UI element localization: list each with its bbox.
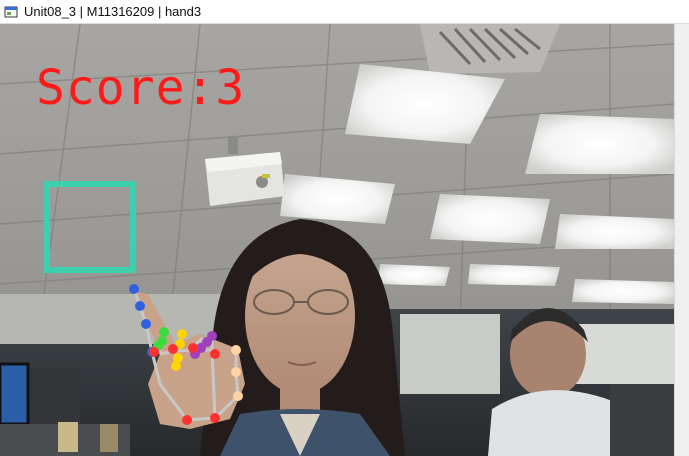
webcam-frame: Score:3 [0,24,674,456]
landmark-thumb-mcp [233,391,243,401]
landmark-palm-4 [210,349,220,359]
landmark-ring-tip [159,327,169,337]
cup [58,422,78,452]
landmark-thumb-ip [231,367,241,377]
ceiling-lamp-6 [378,264,450,286]
monitor-left [0,362,30,426]
landmark-middle-mcp [171,361,181,371]
app-window: Unit08_3 | M11316209 | hand3 Score:3 [0,0,689,456]
glass-window [400,314,500,394]
landmark-middle-tip [177,329,187,339]
ceiling-vent [420,24,560,74]
landmark-thumb-cmc [210,413,220,423]
ceiling-lamp-5 [555,214,674,249]
landmark-index-pip [141,319,151,329]
landmark-index-tip [129,284,139,294]
landmark-thumb-tip [231,345,241,355]
landmark-palm-2 [168,344,178,354]
title-bar[interactable]: Unit08_3 | M11316209 | hand3 [0,0,689,24]
landmark-palm-1 [149,347,159,357]
right-frame-edge [674,24,689,456]
ceiling-lamp-8 [572,279,674,304]
window-title: Unit08_3 | M11316209 | hand3 [24,4,202,19]
landmark-wrist [182,415,192,425]
ceiling-lamp-7 [468,264,560,286]
landmark-index-dip [135,301,145,311]
ceiling-lamp-2 [525,114,674,174]
monitor-back [30,369,80,424]
cup-2 [100,424,118,452]
score-display: Score:3 [36,60,246,116]
app-window-icon [4,6,18,17]
landmark-palm-3 [188,343,198,353]
ceiling-lamp-4 [430,194,550,244]
target-box [44,181,136,273]
chair [610,384,674,456]
